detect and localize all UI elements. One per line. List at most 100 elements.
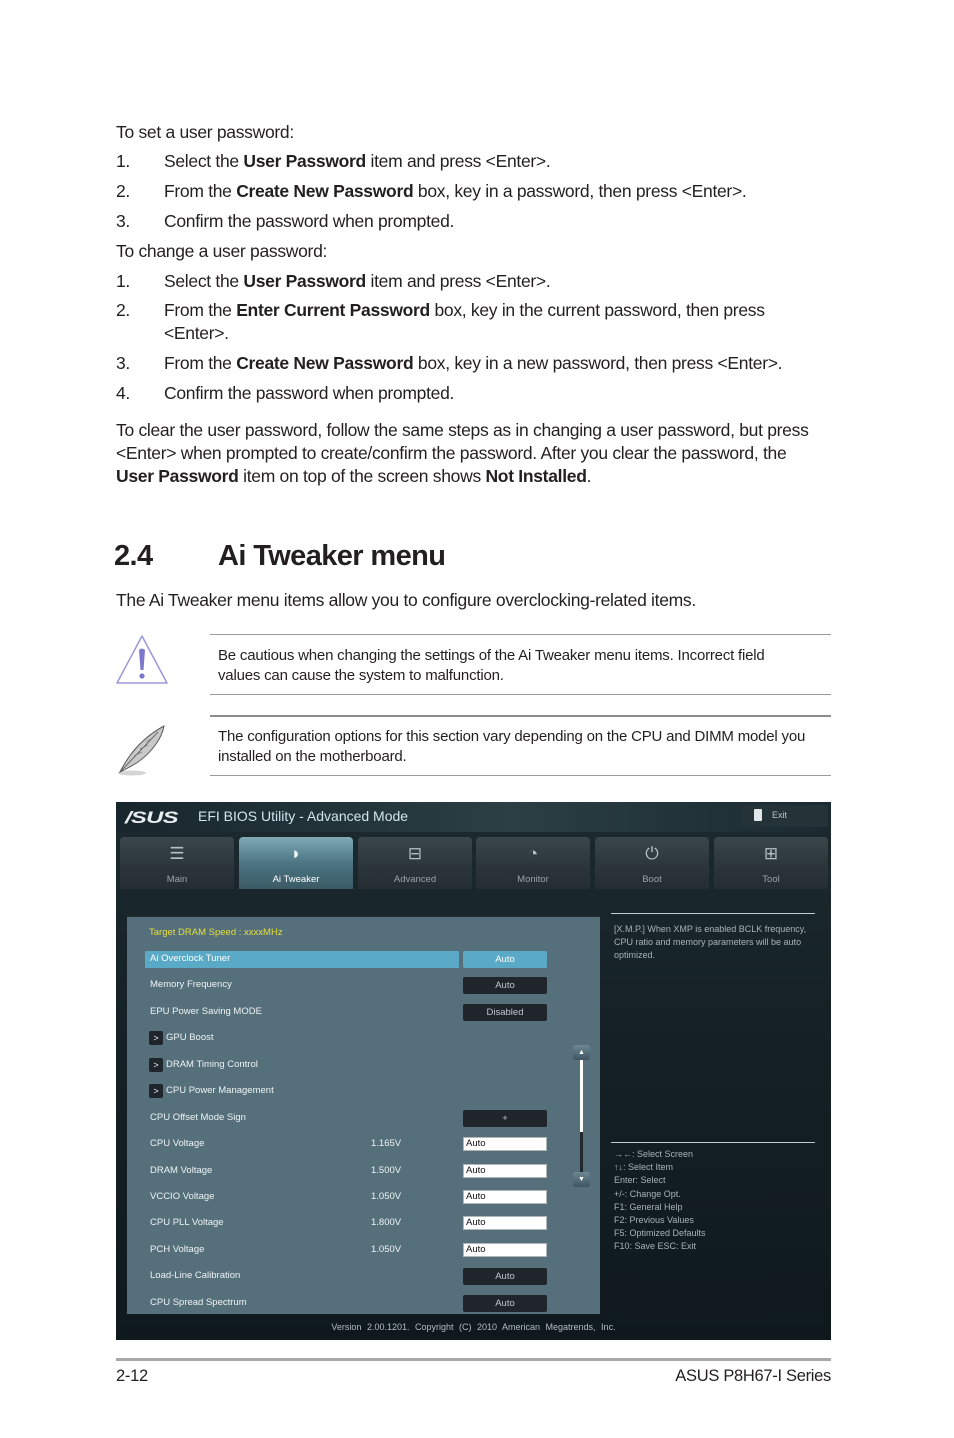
key-hint: F2: Previous Values bbox=[614, 1215, 694, 1226]
bios-title: EFI BIOS Utility - Advanced Mode bbox=[198, 808, 409, 824]
divider bbox=[611, 913, 815, 914]
setting-load-line-calibration[interactable]: Load-Line Calibration Auto bbox=[145, 1268, 565, 1285]
page-number: 2-12 bbox=[116, 1367, 148, 1385]
submenu-gpu-boost[interactable]: > GPU Boost bbox=[145, 1030, 565, 1047]
tab-label: Boot bbox=[642, 874, 662, 885]
note-line: installed on the motherboard. bbox=[218, 748, 407, 765]
clear-para-line-1: To clear the user password, follow the s… bbox=[116, 419, 809, 441]
product-name: ASUS P8H67-I Series bbox=[675, 1367, 831, 1385]
step-number: 3. bbox=[116, 211, 130, 231]
key-hint: →←: Select Screen bbox=[614, 1149, 694, 1159]
voltage-reading: 1.050V bbox=[371, 1191, 402, 1202]
ai-tweaker-icon: ◗ bbox=[290, 844, 302, 863]
bios-screenshot: /SUS EFI BIOS Utility - Advanced Mode Ex… bbox=[116, 802, 831, 1340]
step-text: From the bbox=[164, 181, 237, 201]
scroll-down-icon[interactable]: ▼ bbox=[573, 1172, 590, 1187]
setting-input[interactable]: Auto bbox=[463, 1190, 547, 1204]
tab-ai-tweaker[interactable]: ◗ Ai Tweaker bbox=[239, 837, 353, 889]
scroll-up-icon[interactable]: ▲ bbox=[573, 1045, 590, 1060]
step-text: item and press <Enter>. bbox=[365, 271, 551, 291]
setting-epu-power-saving[interactable]: EPU Power Saving MODE Disabled bbox=[145, 1004, 565, 1021]
setting-input[interactable]: Auto bbox=[463, 1164, 547, 1178]
setting-cpu-voltage[interactable]: CPU Voltage 1.165V Auto bbox=[145, 1136, 565, 1153]
key-hint: ↑↓: Select Item bbox=[614, 1162, 674, 1173]
setting-dropdown[interactable]: Auto bbox=[463, 951, 547, 968]
exit-door-icon bbox=[754, 809, 762, 821]
submenu-arrow-icon: > bbox=[149, 1084, 163, 1098]
setting-label: Load-Line Calibration bbox=[150, 1270, 241, 1281]
setting-label: PCH Voltage bbox=[150, 1244, 205, 1255]
info-note-text: The configuration options for this secti… bbox=[218, 727, 833, 767]
step-text: item and press <Enter>. bbox=[365, 151, 551, 171]
setting-ai-overclock-tuner[interactable]: Ai Overclock Tuner Auto bbox=[145, 951, 565, 968]
setting-input[interactable]: Auto bbox=[463, 1137, 547, 1151]
setting-input[interactable]: Auto bbox=[463, 1216, 547, 1230]
exit-button[interactable]: Exit bbox=[742, 805, 828, 827]
tab-boot[interactable]: ⏻ Boot bbox=[595, 837, 709, 889]
power-icon: ⏻ bbox=[645, 844, 659, 863]
scroll-thumb[interactable] bbox=[580, 1060, 583, 1132]
monitor-gauge-icon: ◔ bbox=[527, 844, 539, 863]
submenu-arrow-icon: > bbox=[149, 1058, 163, 1072]
scrollbar[interactable]: ▲ ▼ bbox=[573, 1045, 590, 1187]
advanced-settings-icon: ⊟ bbox=[407, 844, 423, 863]
voltage-reading: 1.050V bbox=[371, 1244, 402, 1255]
target-dram-speed: Target DRAM Speed : xxxxMHz bbox=[149, 927, 283, 938]
setting-label: CPU Voltage bbox=[150, 1138, 205, 1149]
setting-cpu-spread-spectrum[interactable]: CPU Spread Spectrum Auto bbox=[145, 1295, 565, 1312]
setting-dropdown[interactable]: + bbox=[463, 1110, 547, 1127]
tab-tool[interactable]: ⊞ Tool bbox=[714, 837, 828, 889]
step-bold: Enter Current Password bbox=[236, 300, 430, 320]
tab-monitor[interactable]: ◔ Monitor bbox=[476, 837, 590, 889]
divider bbox=[210, 694, 831, 695]
setting-label: CPU Offset Mode Sign bbox=[150, 1112, 246, 1123]
paragraph-text: <Enter> when prompted to create/confirm … bbox=[116, 443, 787, 463]
step-text: box, key in a password, then press <Ente… bbox=[413, 181, 747, 201]
paragraph-text: . bbox=[586, 466, 592, 486]
step-bold: Create New Password bbox=[236, 353, 414, 373]
section-intro: The Ai Tweaker menu items allow you to c… bbox=[116, 590, 696, 610]
clear-para-line-3: User Password item on top of the screen … bbox=[116, 465, 591, 487]
setting-cpu-pll-voltage[interactable]: CPU PLL Voltage 1.800V Auto bbox=[145, 1215, 565, 1232]
note-line: The configuration options for this secti… bbox=[218, 728, 806, 745]
setting-vccio-voltage[interactable]: VCCIO Voltage 1.050V Auto bbox=[145, 1189, 565, 1206]
note-line: values can cause the system to malfuncti… bbox=[218, 667, 504, 684]
bios-tabs: ☰ Main ◗ Ai Tweaker ⊟ Advanced ◔ Monitor… bbox=[120, 837, 828, 889]
submenu-arrow-icon: > bbox=[149, 1031, 163, 1045]
tab-label: Tool bbox=[762, 874, 780, 885]
step-bold: User Password bbox=[243, 271, 366, 291]
setting-memory-frequency[interactable]: Memory Frequency Auto bbox=[145, 977, 565, 994]
step-text: From the bbox=[164, 300, 237, 320]
tab-main[interactable]: ☰ Main bbox=[120, 837, 234, 889]
setting-label: Memory Frequency bbox=[150, 979, 232, 990]
step-number: 1. bbox=[116, 151, 130, 171]
key-hint: F1: General Help bbox=[614, 1201, 683, 1212]
setting-label: EPU Power Saving MODE bbox=[150, 1006, 262, 1017]
step-bold: User Password bbox=[243, 151, 366, 171]
step-text: <Enter>. bbox=[164, 323, 229, 343]
setting-pch-voltage[interactable]: PCH Voltage 1.050V Auto bbox=[145, 1242, 565, 1259]
setting-dram-voltage[interactable]: DRAM Voltage 1.500V Auto bbox=[145, 1163, 565, 1180]
key-hint: F10: Save ESC: Exit bbox=[614, 1241, 697, 1252]
setting-dropdown[interactable]: Auto bbox=[463, 1268, 547, 1285]
voltage-reading: 1.800V bbox=[371, 1217, 402, 1228]
submenu-cpu-power-management[interactable]: > CPU Power Management bbox=[145, 1083, 565, 1100]
submenu-dram-timing[interactable]: > DRAM Timing Control bbox=[145, 1057, 565, 1074]
setting-dropdown[interactable]: Disabled bbox=[463, 1004, 547, 1021]
key-hint: F5: Optimized Defaults bbox=[614, 1228, 706, 1239]
step-number: 1. bbox=[116, 271, 130, 291]
key-hint: +/-: Change Opt. bbox=[614, 1188, 681, 1199]
setting-input[interactable]: Auto bbox=[463, 1243, 547, 1257]
item-help-text: [X.M.P.] When XMP is enabled BCLK freque… bbox=[614, 924, 807, 961]
step-bold: Create New Password bbox=[236, 181, 414, 201]
paragraph-bold: User Password bbox=[116, 466, 239, 486]
voltage-reading: 1.165V bbox=[371, 1138, 402, 1149]
setting-dropdown[interactable]: Auto bbox=[463, 1295, 547, 1312]
tab-label: Monitor bbox=[517, 874, 549, 885]
tab-advanced[interactable]: ⊟ Advanced bbox=[358, 837, 472, 889]
change-password-heading: To change a user password: bbox=[116, 240, 327, 262]
setting-dropdown[interactable]: Auto bbox=[463, 977, 547, 994]
setting-cpu-offset-mode-sign[interactable]: CPU Offset Mode Sign + bbox=[145, 1110, 565, 1127]
setting-label: DRAM Voltage bbox=[150, 1165, 213, 1176]
footer-divider bbox=[116, 1358, 831, 1361]
